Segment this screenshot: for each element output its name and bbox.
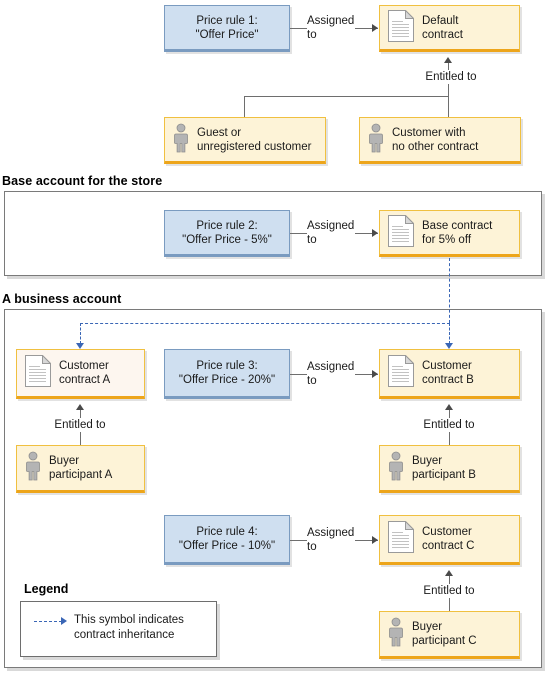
- node-customer-contract-c-label: Customer contract C: [422, 526, 475, 552]
- node-default-contract[interactable]: Default contract: [379, 5, 520, 52]
- node-buyer-participant-b-label: Buyer participant B: [412, 455, 476, 481]
- person-icon: [368, 123, 384, 157]
- node-buyer-participant-c[interactable]: Buyer participant C: [379, 611, 520, 659]
- connector-label-entitled-to-default: Entitled to: [422, 70, 480, 84]
- arrowhead-assigned-to-2: [372, 229, 378, 237]
- node-price-rule-1-label: Price rule 1: "Offer Price": [195, 14, 259, 41]
- connector-label-assigned-to-1: Assigned to: [307, 14, 355, 42]
- node-buyer-participant-c-label: Buyer participant C: [412, 621, 477, 647]
- inheritance-line-to-contract-a: [80, 323, 81, 344]
- connector-label-assigned-to-4: Assigned to: [307, 526, 355, 554]
- connector-entitled-to-b-lower: [449, 432, 450, 445]
- inheritance-line-rail: [80, 323, 450, 324]
- connector-label-assigned-to-2: Assigned to: [307, 219, 355, 247]
- person-icon: [173, 123, 189, 157]
- node-customer-contract-a-label: Customer contract A: [59, 360, 111, 386]
- node-price-rule-2[interactable]: Price rule 2: "Offer Price - 5%": [164, 210, 290, 257]
- connector-entitled-to-default-stem-lower: [448, 84, 449, 117]
- connector-label-entitled-to-b: Entitled to: [420, 418, 478, 432]
- person-icon: [25, 451, 41, 485]
- document-icon: [25, 354, 52, 391]
- legend-inheritance-line: [34, 621, 62, 622]
- node-customer-contract-c[interactable]: Customer contract C: [379, 515, 520, 565]
- arrowhead-assigned-to-3: [372, 370, 378, 378]
- connector-entitled-to-c-lower: [449, 598, 450, 611]
- legend-title: Legend: [24, 582, 69, 596]
- connector-entitled-to-branch: [244, 96, 449, 97]
- connector-entitled-to-branch-left: [244, 96, 245, 117]
- node-buyer-participant-a-label: Buyer participant A: [49, 455, 113, 481]
- diagram-canvas: Base account for the store A business ac…: [0, 0, 548, 683]
- node-price-rule-3-label: Price rule 3: "Offer Price - 20%": [178, 360, 276, 386]
- node-customer-contract-b-label: Customer contract B: [422, 360, 474, 386]
- node-price-rule-4-label: Price rule 4: "Offer Price - 10%": [178, 526, 276, 552]
- document-icon: [388, 520, 415, 557]
- node-price-rule-3[interactable]: Price rule 3: "Offer Price - 20%": [164, 349, 290, 399]
- inheritance-line-stem: [449, 258, 450, 323]
- connector-label-entitled-to-a: Entitled to: [51, 418, 109, 432]
- node-guest-customer-label: Guest or unregistered customer: [197, 126, 312, 153]
- node-base-contract-label: Base contract for 5% off: [422, 219, 493, 246]
- node-buyer-participant-a[interactable]: Buyer participant A: [16, 445, 145, 493]
- node-price-rule-1[interactable]: Price rule 1: "Offer Price": [164, 5, 290, 52]
- node-base-contract[interactable]: Base contract for 5% off: [379, 210, 520, 257]
- person-icon: [388, 617, 404, 651]
- node-buyer-participant-b[interactable]: Buyer participant B: [379, 445, 520, 493]
- node-other-customer[interactable]: Customer with no other contract: [359, 117, 521, 164]
- connector-label-entitled-to-c: Entitled to: [420, 584, 478, 598]
- node-customer-contract-b[interactable]: Customer contract B: [379, 349, 520, 399]
- person-icon: [388, 451, 404, 485]
- document-icon: [388, 8, 415, 46]
- connector-entitled-to-a-lower: [80, 432, 81, 445]
- node-price-rule-4[interactable]: Price rule 4: "Offer Price - 10%": [164, 515, 290, 565]
- node-price-rule-2-label: Price rule 2: "Offer Price - 5%": [182, 219, 272, 246]
- document-icon: [388, 354, 415, 391]
- inheritance-line-to-contract-b: [449, 323, 450, 344]
- arrowhead-assigned-to-1: [372, 24, 378, 32]
- node-guest-customer[interactable]: Guest or unregistered customer: [164, 117, 326, 164]
- legend-entry-text: This symbol indicates contract inheritan…: [74, 614, 184, 641]
- connector-label-assigned-to-3: Assigned to: [307, 360, 355, 388]
- node-other-customer-label: Customer with no other contract: [392, 126, 479, 153]
- section-title-base-account: Base account for the store: [2, 174, 163, 188]
- section-title-business-account: A business account: [2, 292, 122, 306]
- document-icon: [388, 213, 415, 251]
- node-default-contract-label: Default contract: [422, 14, 463, 41]
- legend-arrowhead-icon: [61, 617, 67, 625]
- node-customer-contract-a[interactable]: Customer contract A: [16, 349, 145, 399]
- arrowhead-assigned-to-4: [372, 536, 378, 544]
